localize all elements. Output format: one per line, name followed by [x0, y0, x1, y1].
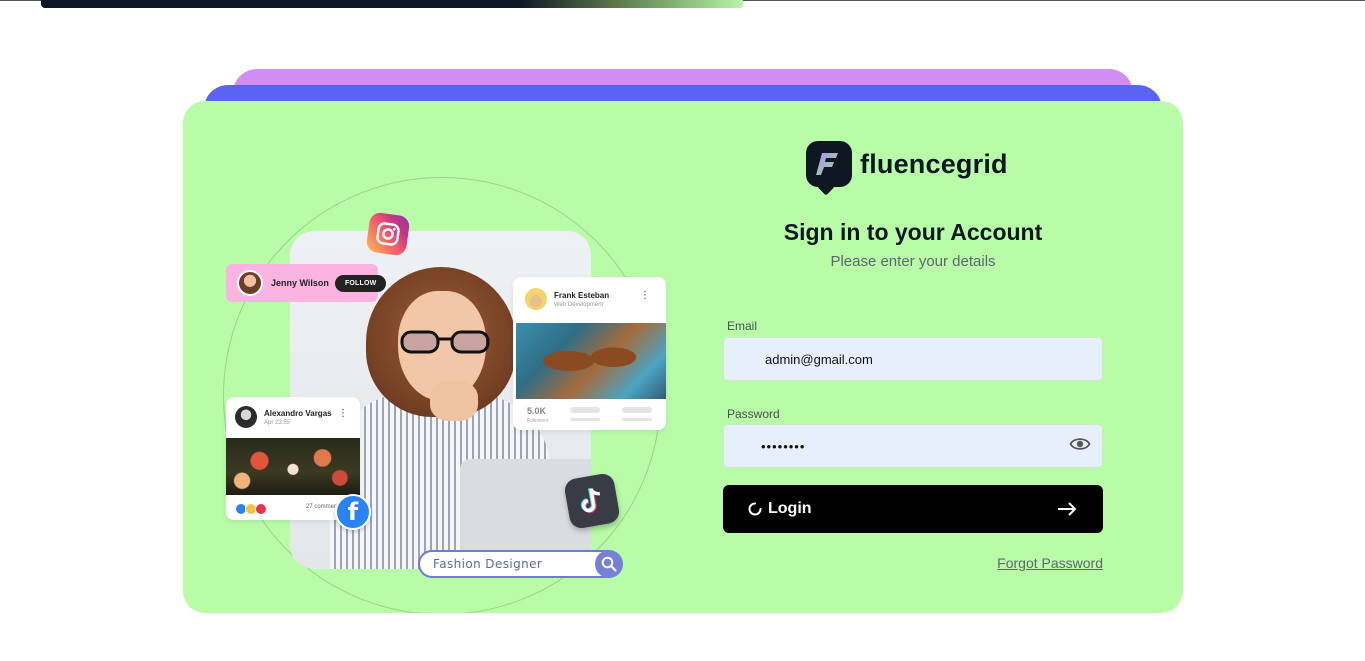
post-card-frank: Frank Esteban Web Development ⋮ 5.0K Fol…: [513, 277, 666, 430]
avatar: [235, 406, 257, 428]
profile-chip-jenny: Jenny Wilson FOLLOW: [226, 264, 387, 302]
more-options-icon: ⋮: [640, 290, 650, 301]
email-label: Email: [727, 319, 758, 333]
login-button[interactable]: Login: [723, 485, 1103, 533]
password-label: Password: [727, 407, 780, 421]
search-chip: Fashion Designer: [418, 550, 623, 578]
profile-name: Jenny Wilson: [271, 278, 329, 288]
facebook-icon: f: [335, 494, 371, 530]
page-title: Sign in to your Account: [783, 219, 1043, 245]
search-icon: [595, 550, 623, 578]
post-author-role: Web Development: [554, 301, 604, 308]
post-author-name: Alexandro Vargas: [264, 408, 332, 418]
instagram-icon: [365, 211, 411, 257]
avatar: [525, 288, 547, 310]
password-field[interactable]: [723, 424, 1103, 468]
post-image-flowers: [226, 438, 360, 495]
forgot-password-link[interactable]: Forgot Password: [963, 555, 1103, 571]
email-field[interactable]: [723, 337, 1103, 381]
brand-name: fluencegrid: [860, 148, 1008, 179]
followers-count: 5.0K: [527, 406, 547, 416]
more-options-icon: ⋮: [338, 408, 348, 419]
show-password-icon[interactable]: [1068, 435, 1092, 453]
brand-logo: fluencegrid: [806, 141, 1008, 187]
page-subtitle: Please enter your details: [830, 253, 996, 270]
followers-label: Followers: [527, 418, 549, 424]
post-time: Apr 23:55: [264, 419, 291, 426]
page-loading-progress: [41, 0, 743, 8]
tiktok-icon: [563, 472, 621, 530]
heart-icon: [255, 503, 267, 515]
logo-icon: [806, 141, 852, 187]
avatar: [237, 270, 263, 296]
login-card: Jenny Wilson FOLLOW Frank Esteban Web De…: [183, 101, 1183, 613]
login-button-label: Login: [768, 500, 812, 517]
reactions: [235, 503, 267, 515]
follow-button: FOLLOW: [334, 274, 387, 292]
post-author-name: Frank Esteban: [554, 290, 610, 300]
search-chip-text: Fashion Designer: [433, 557, 543, 571]
post-image-shoes: [516, 323, 666, 399]
loading-spinner-icon: [748, 502, 762, 516]
arrow-right-icon: [1058, 502, 1077, 516]
